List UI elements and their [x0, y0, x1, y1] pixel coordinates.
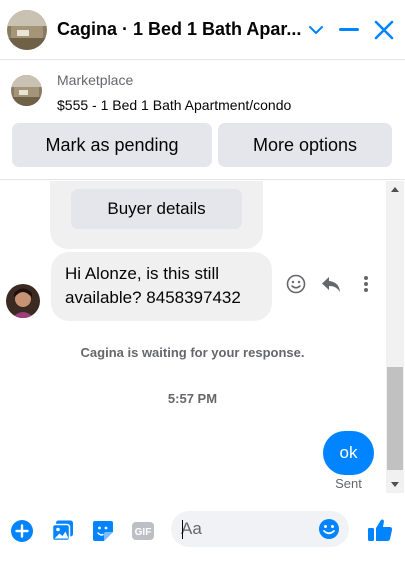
thumbs-up-icon[interactable] [367, 517, 393, 543]
waiting-notice: Cagina is waiting for your response. [80, 345, 305, 360]
message-composer: GIF [0, 497, 405, 564]
more-actions-icon[interactable] [355, 273, 377, 295]
message-input[interactable] [181, 511, 311, 547]
buyer-details-button[interactable]: Buyer details [71, 189, 242, 229]
listing-title[interactable]: $555 - 1 Bed 1 Bath Apartment/condo [57, 97, 291, 113]
listing-avatar[interactable] [7, 10, 47, 50]
emoji-icon[interactable] [317, 517, 341, 541]
close-icon[interactable] [372, 18, 396, 42]
gif-icon[interactable]: GIF [131, 519, 155, 543]
text-caret [182, 520, 183, 539]
message-timestamp: 5:57 PM [167, 391, 218, 406]
chat-title[interactable]: Cagina · 1 Bed 1 Bath Apar... [57, 19, 301, 40]
marketplace-listing: Marketplace $555 - 1 Bed 1 Bath Apartmen… [0, 60, 405, 180]
sender-avatar[interactable] [6, 284, 40, 318]
reply-icon[interactable] [320, 273, 342, 295]
plus-icon[interactable] [10, 519, 34, 543]
more-options-button[interactable]: More options [218, 123, 392, 167]
incoming-message-bubble[interactable]: Hi Alonze, is this still available? 8458… [51, 252, 272, 321]
svg-text:GIF: GIF [135, 527, 152, 538]
message-input-wrapper[interactable] [171, 511, 349, 547]
outgoing-message-bubble[interactable]: ok [323, 431, 374, 475]
sticker-icon[interactable] [91, 519, 115, 543]
chat-header: Cagina · 1 Bed 1 Bath Apar... [0, 0, 405, 60]
listing-thumbnail[interactable] [11, 75, 42, 106]
marketplace-label: Marketplace [57, 72, 134, 88]
photo-icon[interactable] [51, 519, 75, 543]
scroll-down-arrow-icon[interactable] [386, 476, 404, 493]
message-thread[interactable]: Buyer details Hi Alonze, is this still a… [0, 181, 385, 493]
scroll-up-arrow-icon[interactable] [386, 181, 404, 198]
mark-as-pending-button[interactable]: Mark as pending [12, 123, 212, 167]
chevron-down-icon[interactable] [304, 18, 328, 42]
react-emoji-icon[interactable] [285, 273, 307, 295]
scrollbar[interactable] [386, 181, 404, 493]
message-status: Sent [335, 476, 362, 491]
minimize-icon[interactable] [337, 18, 361, 42]
scrollbar-thumb[interactable] [387, 367, 403, 470]
